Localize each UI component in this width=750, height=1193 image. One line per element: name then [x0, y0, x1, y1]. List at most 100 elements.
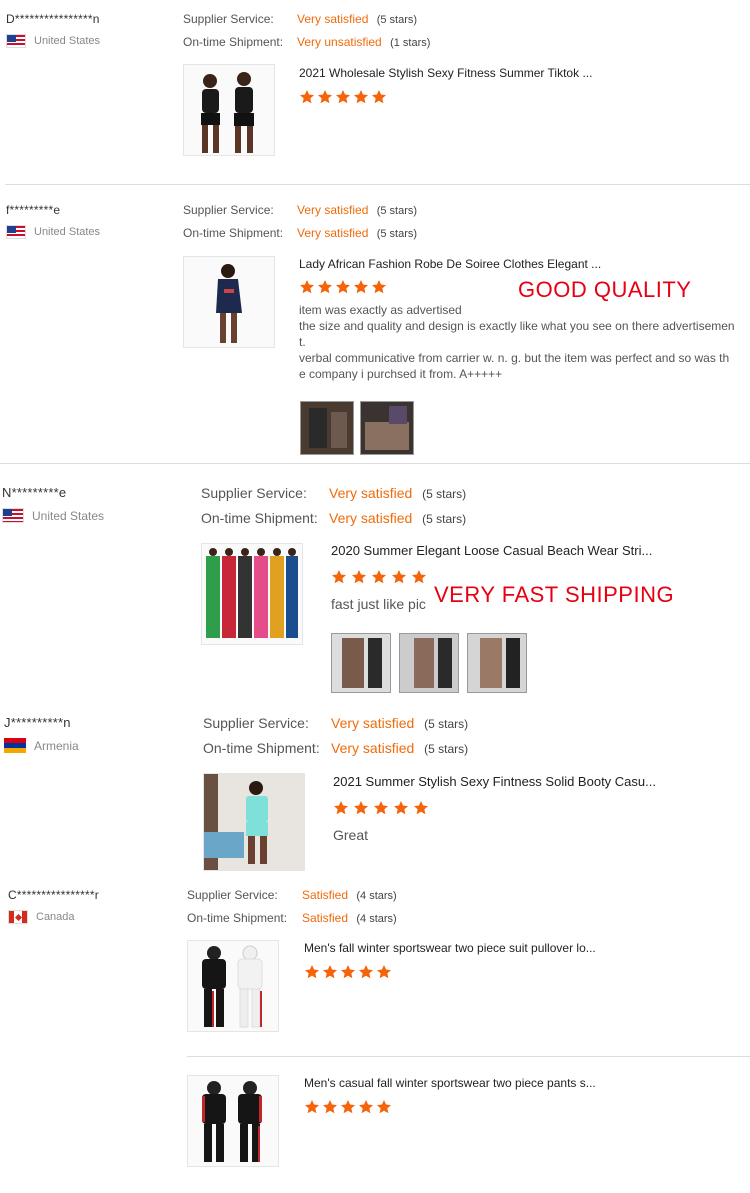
country-label: Armenia	[34, 738, 79, 753]
star-icon	[335, 89, 351, 105]
star-icon	[376, 964, 392, 980]
review-ratings: Supplier Service: Very satisfied (5 stars…	[201, 481, 466, 531]
review-ratings: Supplier Service: Very satisfied (5 stars…	[183, 8, 430, 54]
review-photo[interactable]	[467, 633, 527, 693]
comment-line: item was exactly as advertised	[299, 303, 462, 317]
star-icon	[333, 800, 351, 818]
review-photo[interactable]	[399, 633, 459, 693]
review-ratings: Supplier Service: Very satisfied (5 stars…	[203, 711, 468, 761]
shipment-count: (4 stars)	[356, 913, 397, 925]
star-icon	[304, 1099, 320, 1115]
product-title[interactable]: 2021 Summer Stylish Sexy Fintness Solid …	[333, 774, 656, 789]
shipment-count: (5 stars)	[376, 228, 418, 240]
country-label: Canada	[36, 911, 75, 923]
supplier-service-value: Very satisfied	[297, 12, 369, 26]
star-icon	[413, 800, 431, 818]
us-flag-icon	[6, 225, 26, 239]
buyer-name: C****************r	[8, 888, 99, 902]
comment-line: verbal communicative from carrier w. n. …	[299, 351, 730, 365]
star-icon	[299, 279, 315, 295]
divider	[0, 463, 750, 464]
supplier-service-label: Supplier Service:	[183, 203, 274, 217]
star-icon	[317, 89, 333, 105]
shipment-label: On-time Shipment:	[187, 911, 288, 925]
product-thumbnail[interactable]	[187, 940, 279, 1032]
star-icon	[376, 1099, 392, 1115]
review-photo[interactable]	[360, 401, 414, 455]
supplier-service-count: (5 stars)	[424, 717, 469, 731]
product-thumbnail[interactable]	[187, 1075, 279, 1167]
star-icon	[322, 1099, 338, 1115]
shipment-label: On-time Shipment:	[203, 740, 320, 756]
review-banner: GOOD QUALITY	[518, 277, 692, 302]
product-thumbnail[interactable]	[201, 543, 303, 645]
supplier-service-label: Supplier Service:	[187, 888, 278, 902]
buyer-name: J**********n	[4, 715, 71, 730]
product-title[interactable]: Men's casual fall winter sportswear two …	[304, 1076, 596, 1090]
country-label: United States	[32, 508, 105, 523]
armenia-flag-icon	[4, 738, 26, 753]
comment-line: t.	[299, 335, 306, 349]
star-icon	[304, 964, 320, 980]
rating-stars	[299, 279, 389, 295]
shipment-count: (5 stars)	[422, 512, 467, 526]
product-title[interactable]: Men's fall winter sportswear two piece s…	[304, 941, 596, 955]
supplier-service-count: (4 stars)	[356, 890, 397, 902]
product-thumbnail[interactable]	[183, 64, 275, 156]
star-icon	[353, 89, 369, 105]
review-banner: VERY FAST SHIPPING	[434, 582, 675, 607]
review-comment: item was exactly as advertised the size …	[299, 302, 749, 382]
shipment-label: On-time Shipment:	[183, 35, 284, 49]
divider	[187, 1056, 750, 1057]
review-comment: Great	[333, 827, 369, 843]
product-title[interactable]: Lady African Fashion Robe De Soiree Clot…	[299, 257, 601, 271]
star-icon	[411, 569, 429, 587]
rating-stars	[331, 569, 431, 587]
star-icon	[340, 964, 356, 980]
supplier-service-value: Very satisfied	[331, 715, 415, 731]
shipment-label: On-time Shipment:	[183, 226, 284, 240]
buyer-name: N*********e	[2, 485, 67, 500]
rating-stars	[304, 1099, 394, 1115]
supplier-service-label: Supplier Service:	[183, 12, 274, 26]
star-icon	[317, 279, 333, 295]
supplier-service-value: Very satisfied	[297, 203, 369, 217]
buyer-country: United States	[6, 34, 100, 48]
buyer-country: United States	[2, 508, 104, 523]
review-ratings: Supplier Service: Very satisfied (5 stars…	[183, 199, 417, 245]
review-comment: fast just like pic	[331, 596, 426, 612]
star-icon	[353, 800, 371, 818]
star-icon	[358, 1099, 374, 1115]
us-flag-icon	[2, 508, 24, 523]
supplier-service-count: (5 stars)	[376, 14, 418, 26]
star-icon	[340, 1099, 356, 1115]
product-title[interactable]: 2020 Summer Elegant Loose Casual Beach W…	[331, 543, 652, 558]
supplier-service-label: Supplier Service:	[201, 485, 307, 501]
country-label: United States	[34, 35, 101, 47]
shipment-value: Very satisfied	[297, 226, 369, 240]
product-title[interactable]: 2021 Wholesale Stylish Sexy Fitness Summ…	[299, 66, 592, 80]
star-icon	[331, 569, 349, 587]
review-photo[interactable]	[331, 633, 391, 693]
divider	[5, 184, 750, 185]
rating-stars	[333, 800, 433, 818]
product-thumbnail[interactable]	[203, 773, 305, 871]
us-flag-icon	[6, 34, 26, 48]
buyer-name: D****************n	[6, 12, 100, 26]
star-icon	[373, 800, 391, 818]
star-icon	[322, 964, 338, 980]
shipment-value: Very satisfied	[331, 740, 415, 756]
shipment-count: (5 stars)	[424, 742, 469, 756]
buyer-country: Canada	[8, 910, 75, 924]
buyer-country: Armenia	[4, 738, 79, 753]
shipment-value: Satisfied	[302, 911, 349, 925]
star-icon	[299, 89, 315, 105]
star-icon	[358, 964, 374, 980]
star-icon	[391, 569, 409, 587]
buyer-name: f*********e	[6, 203, 61, 217]
review-photo[interactable]	[300, 401, 354, 455]
star-icon	[353, 279, 369, 295]
product-thumbnail[interactable]	[183, 256, 275, 348]
star-icon	[371, 569, 389, 587]
star-icon	[371, 279, 387, 295]
